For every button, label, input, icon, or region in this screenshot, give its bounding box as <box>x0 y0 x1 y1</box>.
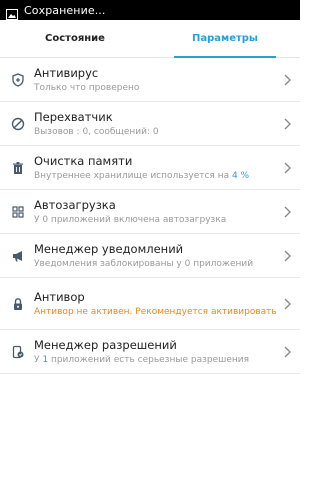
status-title: Сохранение... <box>24 3 106 17</box>
item-subtitle: Внутреннее хранилище используется на 4 % <box>34 170 278 182</box>
item-subtitle-text: Внутреннее хранилище используется на <box>34 170 232 181</box>
item-subtitle: У 1 приложений есть серьезные разрешения <box>34 354 278 366</box>
megaphone-icon <box>0 249 34 263</box>
list-item-antivirus[interactable]: Антивирус Только что проверено <box>0 58 300 102</box>
list-item-permission-manager[interactable]: Менеджер разрешений У 1 приложений есть … <box>0 330 300 374</box>
chevron-right-icon <box>284 250 291 261</box>
item-label: Менеджер уведомлений <box>34 241 184 256</box>
item-label: Антивирус <box>34 65 99 80</box>
trash-icon <box>0 161 34 175</box>
chevron-right-icon <box>284 74 291 85</box>
chevron-right-icon <box>284 298 291 309</box>
list-item-memory-cleanup[interactable]: Очистка памяти Внутреннее хранилище испо… <box>0 146 300 190</box>
item-label: Автозагрузка <box>34 197 116 212</box>
image-icon <box>6 5 18 20</box>
chevron-right-icon <box>284 346 291 357</box>
item-label: Антивор <box>34 289 85 304</box>
chevron-right-icon <box>284 162 291 173</box>
settings-list: Антивирус Только что проверено Перехватч… <box>0 58 300 374</box>
shield-plus-icon <box>0 72 34 87</box>
tab-status[interactable]: Состояние <box>0 20 150 57</box>
storage-usage-value: 4 % <box>231 170 250 181</box>
chevron-right-icon <box>284 206 291 217</box>
chevron-right-icon <box>284 118 291 129</box>
item-label: Очистка памяти <box>34 153 133 168</box>
item-subtitle: Только что проверено <box>34 82 140 93</box>
item-label: Менеджер разрешений <box>34 337 177 352</box>
item-subtitle: Вызовов : 0, сообщений: 0 <box>34 126 159 137</box>
item-subtitle-warning: Антивор не активен. Рекомендуется активи… <box>34 306 277 317</box>
tab-bar: Состояние Параметры <box>0 20 300 58</box>
item-subtitle: У 0 приложений включена автозагрузка <box>34 214 227 225</box>
lock-icon <box>0 297 34 311</box>
status-bar: Сохранение... <box>0 0 300 20</box>
item-subtitle-text: приложений есть серьезные разрешения <box>48 354 250 365</box>
grid-icon <box>0 205 34 219</box>
item-label: Перехватчик <box>34 109 113 124</box>
list-item-notification-manager[interactable]: Менеджер уведомлений Уведомления заблоки… <box>0 234 300 278</box>
item-subtitle: Уведомления заблокированы у 0 приложений <box>34 258 254 269</box>
list-item-interceptor[interactable]: Перехватчик Вызовов : 0, сообщений: 0 <box>0 102 300 146</box>
list-item-antitheft[interactable]: Антивор Антивор не активен. Рекомендуетс… <box>0 278 300 330</box>
tab-settings[interactable]: Параметры <box>150 20 300 58</box>
list-item-autostart[interactable]: Автозагрузка У 0 приложений включена авт… <box>0 190 300 234</box>
block-icon <box>0 117 34 131</box>
phone-permission-icon <box>0 345 34 359</box>
